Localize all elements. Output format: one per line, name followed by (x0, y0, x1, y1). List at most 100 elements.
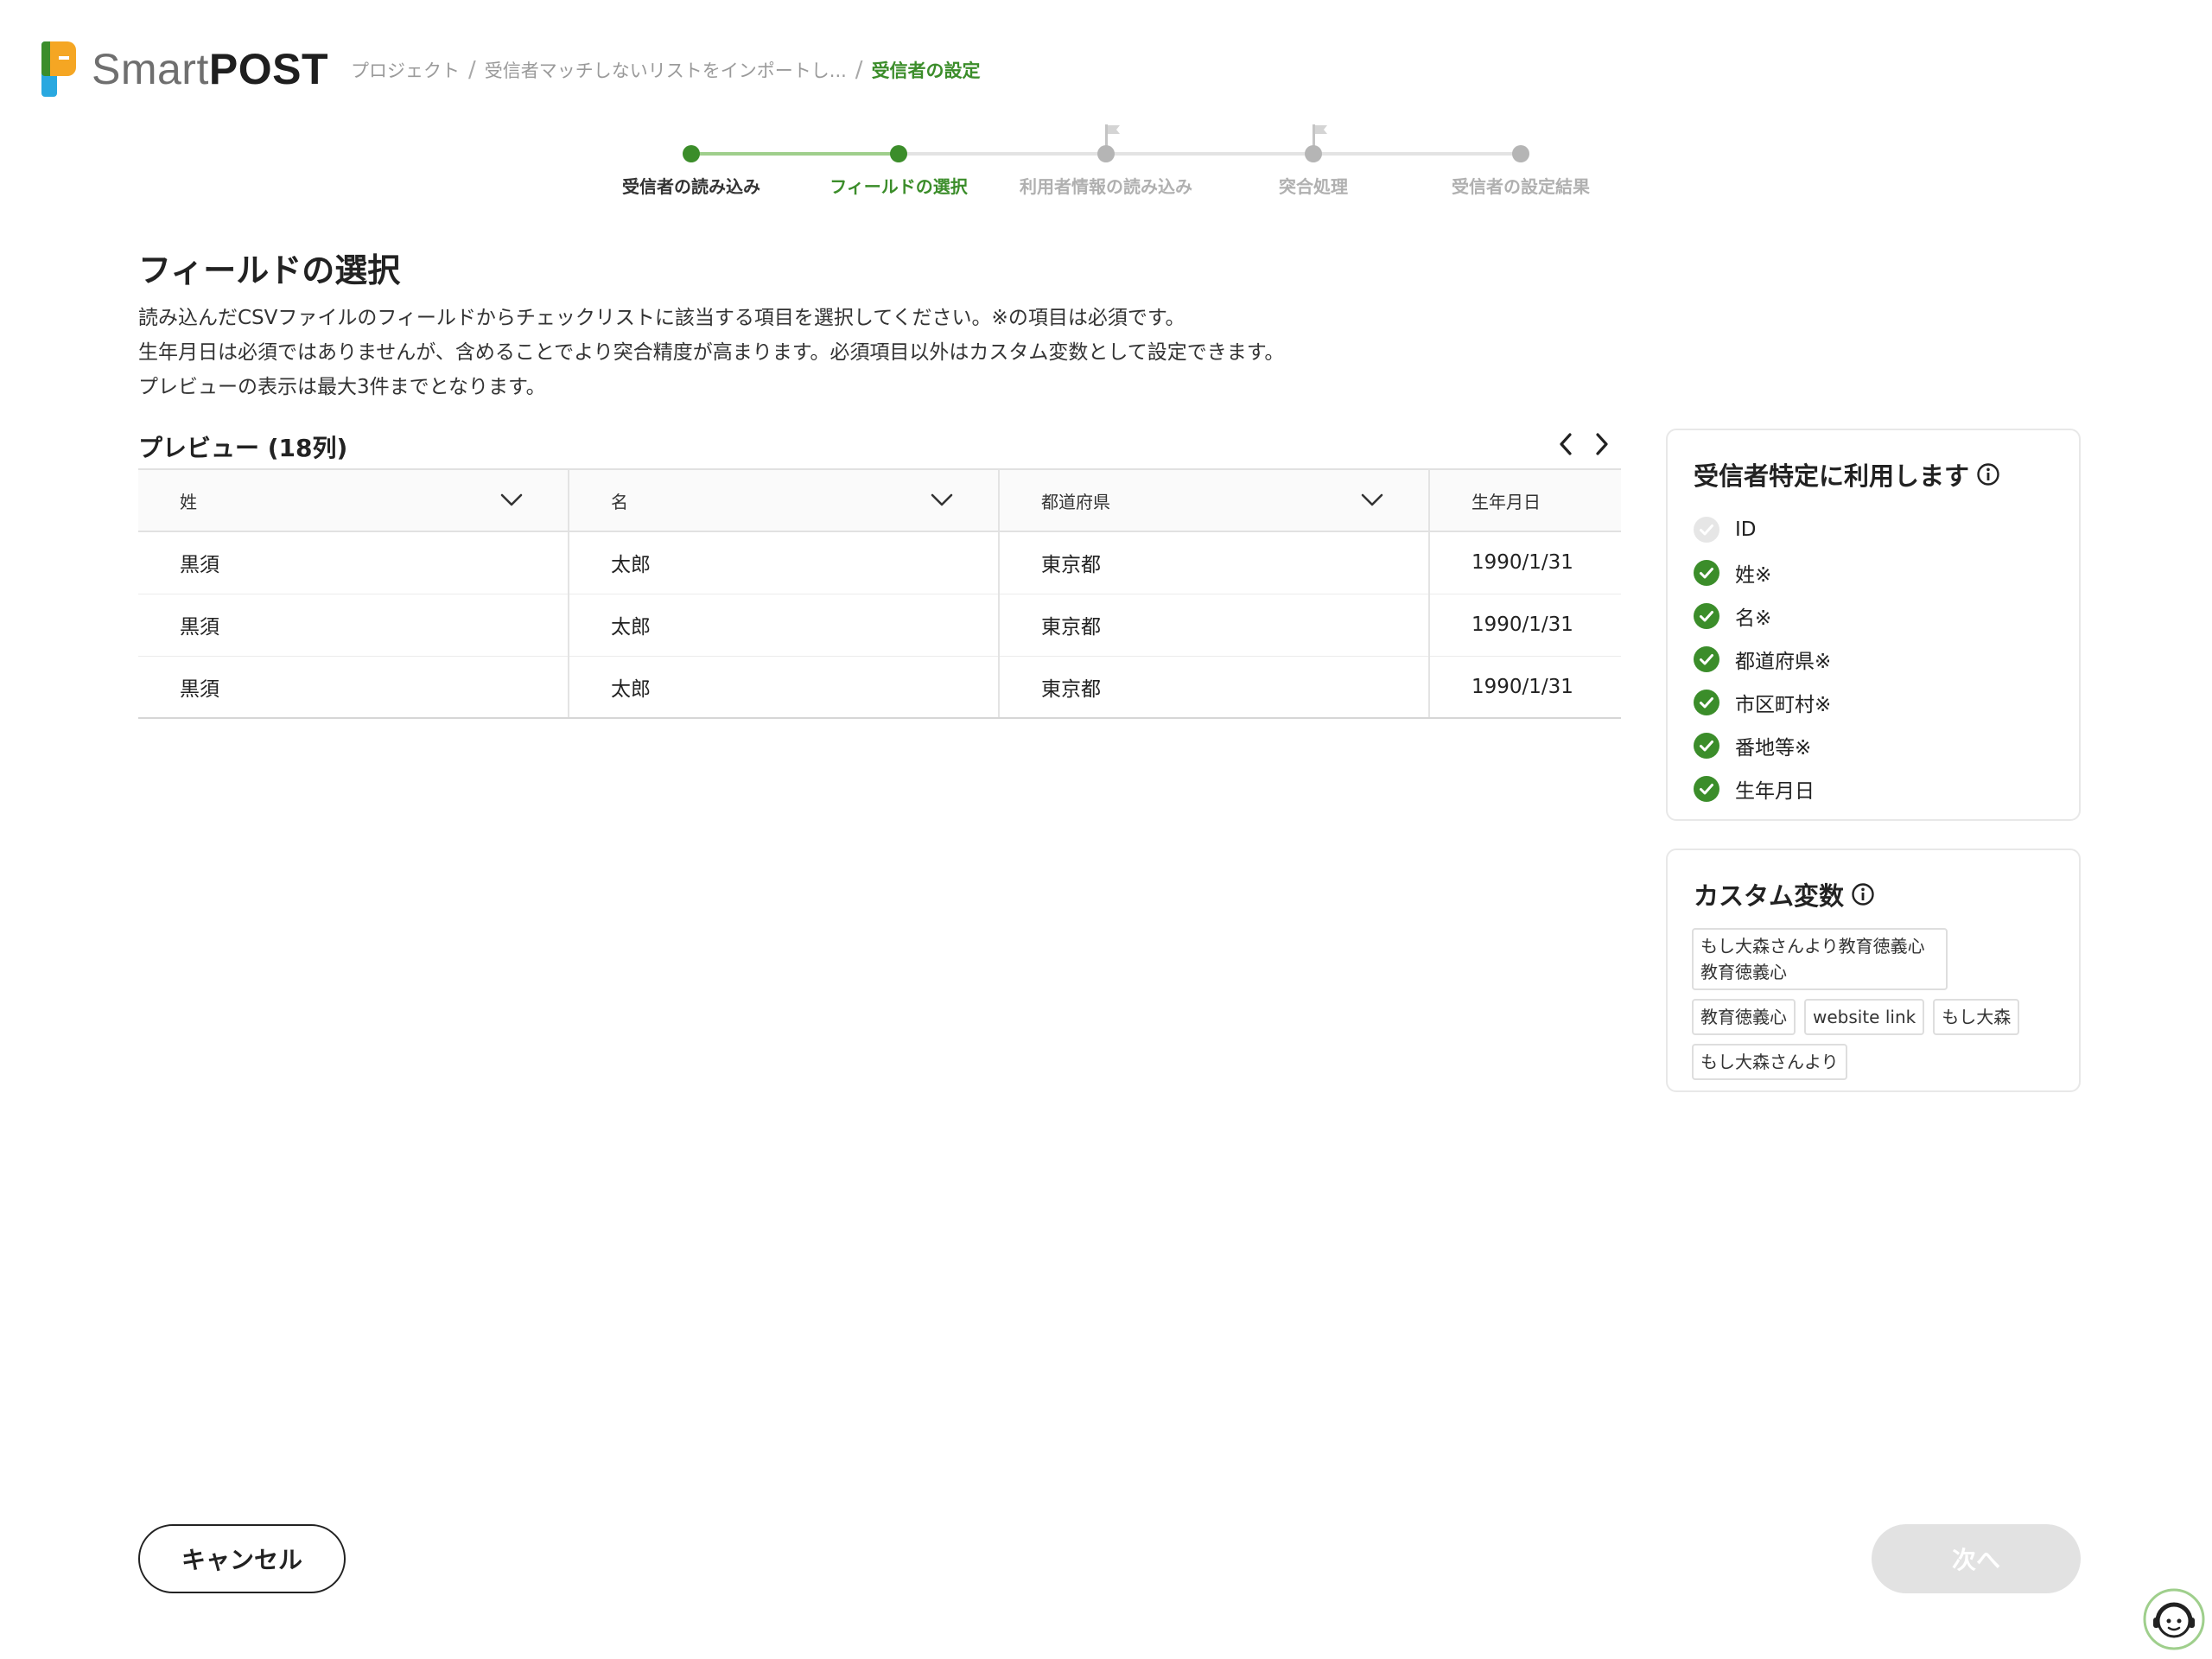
check-item-label: 姓※ (1735, 564, 1772, 587)
table-cell: 東京都 (999, 656, 1430, 717)
column-header-label: 名 (611, 491, 628, 512)
custom-variable-chips: もし大森さんより教育徳義心教育徳義心 教育徳義心 website link もし… (1692, 928, 2055, 1080)
table-cell: 1990/1/31 (1429, 656, 1621, 717)
page-root: SmartPOST プロジェクト / 受信者マッチしないリストをインポートし..… (0, 0, 2212, 1659)
preview-table-grid: 姓 名 都道府県 生年月日 黒須 太郎 東京都 1990/1/31 黒須 太郎 … (138, 470, 1621, 717)
chevron-down-icon (931, 493, 953, 506)
preview-table: 姓 名 都道府県 生年月日 黒須 太郎 東京都 1990/1/31 黒須 太郎 … (138, 468, 1621, 719)
preview-title: プレビュー (18列) (138, 434, 348, 462)
table-cell: 1990/1/31 (1429, 594, 1621, 657)
step-dot (1305, 145, 1322, 162)
page-title: フィールドの選択 (138, 251, 401, 289)
chevron-right-icon (1596, 433, 1608, 455)
step-label: 受信者の読み込み (622, 176, 760, 197)
check-item-label: ID (1735, 518, 1757, 541)
check-circle-icon (1694, 646, 1719, 672)
custom-variable-chip: website link (1804, 999, 1925, 1035)
step-dot (1512, 145, 1529, 162)
table-cell: 太郎 (569, 531, 1000, 594)
breadcrumb-item-project[interactable]: プロジェクト (351, 57, 460, 83)
table-cell: 東京都 (999, 594, 1430, 657)
check-item-birthday: 生年月日 (1694, 767, 1831, 810)
column-field-select[interactable]: 名 (611, 470, 998, 531)
step-label: フィールドの選択 (830, 176, 968, 197)
table-row: 黒須 太郎 東京都 1990/1/31 (138, 656, 1621, 717)
custom-variable-chip: 教育徳義心 (1692, 999, 1796, 1035)
smartpost-logo-icon (41, 41, 76, 97)
column-header-prefecture[interactable]: 都道府県 (999, 470, 1430, 532)
column-header-label: 姓 (180, 491, 197, 512)
description-line: 生年月日は必須ではありませんが、含めることでより突合精度が高まります。必須項目以… (138, 341, 1285, 364)
check-item-prefecture: 都道府県※ (1694, 638, 1831, 681)
identification-check-list: ID 姓※ 名※ 都道府県※ 市区町村※ 番地等※ 生年月日 (1694, 508, 1831, 810)
table-cell: 黒須 (138, 594, 569, 657)
next-button[interactable]: 次へ (1872, 1524, 2081, 1593)
custom-variable-chip: もし大森さんより (1692, 1044, 1847, 1080)
table-row: 黒須 太郎 東京都 1990/1/31 (138, 531, 1621, 594)
custom-variable-title: カスタム変数 (1694, 876, 1875, 912)
check-circle-icon (1694, 690, 1719, 715)
stepper-line-done (691, 152, 899, 156)
column-header-label: 都道府県 (1041, 491, 1110, 512)
column-header-birthday[interactable]: 生年月日 (1429, 470, 1621, 532)
custom-variable-title-text: カスタム変数 (1694, 881, 1845, 911)
custom-variable-chip: もし大森 (1933, 999, 2020, 1035)
breadcrumb-item-import[interactable]: 受信者マッチしないリストをインポートし... (485, 57, 847, 83)
chevron-left-icon (1560, 433, 1572, 455)
flag-icon (1105, 124, 1120, 147)
app-logo[interactable]: SmartPOST (41, 41, 328, 97)
check-item-label: 番地等※ (1735, 737, 1812, 760)
pager-next-button[interactable] (1590, 429, 1614, 460)
info-icon[interactable] (1851, 882, 1875, 906)
check-item-label: 都道府県※ (1735, 651, 1832, 673)
column-field-select[interactable]: 都道府県 (1041, 470, 1428, 531)
table-cell: 1990/1/31 (1429, 531, 1621, 594)
check-item-label: 名※ (1735, 607, 1772, 630)
step-dot (683, 145, 700, 162)
column-field-select[interactable]: 生年月日 (1471, 470, 1621, 531)
column-field-select[interactable]: 姓 (180, 470, 568, 531)
check-item-sei: 姓※ (1694, 551, 1831, 594)
page-description: 読み込んだCSVファイルのフィールドからチェックリストに該当する項目を選択してく… (138, 301, 1284, 404)
step-dot (1097, 145, 1115, 162)
check-circle-icon (1694, 603, 1719, 629)
column-header-sei[interactable]: 姓 (138, 470, 569, 532)
stepper-line-pending (899, 152, 1521, 156)
breadcrumb-item-current: 受信者の設定 (871, 60, 981, 81)
cancel-button[interactable]: キャンセル (138, 1524, 346, 1593)
identification-panel: 受信者特定に利用します ID 姓※ 名※ 都道府県※ 市区町村※ 番地等※ 生年… (1666, 429, 2081, 821)
table-cell: 東京都 (999, 531, 1430, 594)
check-circle-icon (1694, 517, 1719, 543)
table-cell: 黒須 (138, 531, 569, 594)
support-agent-icon[interactable] (2143, 1588, 2205, 1650)
breadcrumb-separator: / (855, 57, 863, 83)
info-icon[interactable] (1976, 462, 2000, 486)
custom-variable-panel: カスタム変数 もし大森さんより教育徳義心教育徳義心 教育徳義心 website … (1666, 849, 2081, 1092)
breadcrumb: プロジェクト / 受信者マッチしないリストをインポートし... / 受信者の設定 (351, 57, 981, 83)
table-cell: 太郎 (569, 656, 1000, 717)
column-pager (1554, 429, 1614, 460)
flag-icon (1313, 124, 1327, 147)
app-name: SmartPOST (92, 45, 328, 93)
description-line: プレビューの表示は最大3件までとなります。 (138, 376, 546, 398)
table-header-row: 姓 名 都道府県 生年月日 (138, 470, 1621, 532)
check-item-city: 市区町村※ (1694, 681, 1831, 724)
column-header-mei[interactable]: 名 (569, 470, 1000, 532)
table-cell: 太郎 (569, 594, 1000, 657)
table-cell: 黒須 (138, 656, 569, 717)
chevron-down-icon (1361, 493, 1383, 506)
check-item-id: ID (1694, 508, 1831, 551)
column-header-label: 生年月日 (1471, 491, 1541, 512)
chevron-down-icon (500, 493, 523, 506)
custom-variable-chip: もし大森さんより教育徳義心教育徳義心 (1692, 928, 1948, 990)
step-label: 突合処理 (1279, 176, 1348, 197)
check-item-label: 市区町村※ (1735, 694, 1832, 716)
breadcrumb-separator: / (468, 57, 476, 83)
check-item-label: 生年月日 (1735, 780, 1815, 803)
pager-prev-button[interactable] (1554, 429, 1578, 460)
step-dot (890, 145, 907, 162)
identification-title: 受信者特定に利用します (1694, 456, 2000, 493)
identification-title-text: 受信者特定に利用します (1694, 461, 1970, 491)
check-item-mei: 名※ (1694, 594, 1831, 638)
check-circle-icon (1694, 776, 1719, 802)
